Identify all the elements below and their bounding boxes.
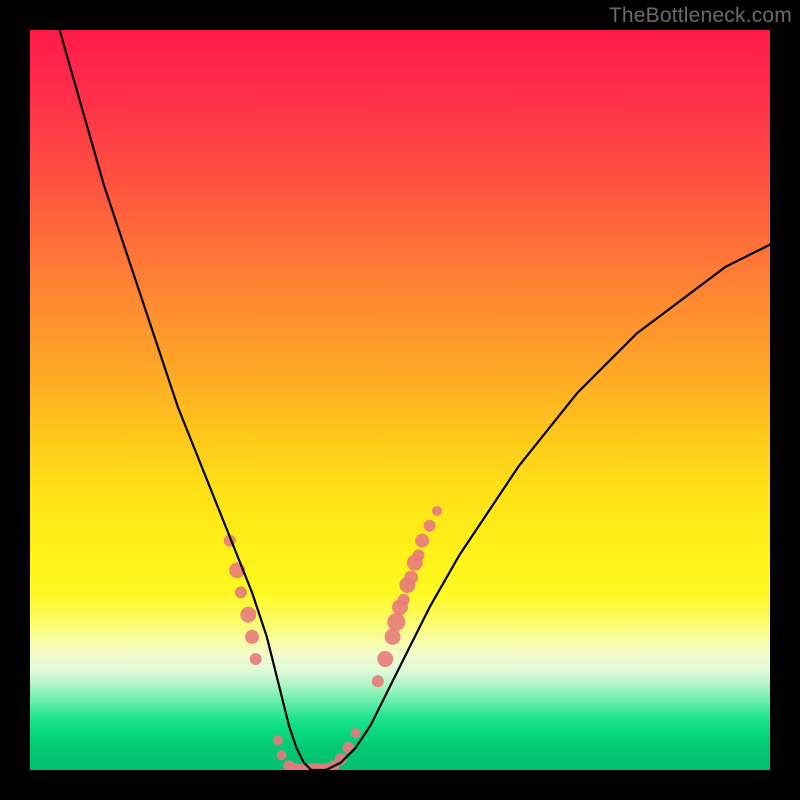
bottleneck-curve-path [60,30,770,770]
watermark-text: TheBottleneck.com [609,4,792,28]
chart-svg [30,30,770,770]
scatter-point [372,675,384,687]
scatter-point [404,571,418,585]
plot-area [30,30,770,770]
scatter-point [240,607,256,623]
scatter-point [250,653,262,665]
scatter-point [387,613,405,631]
scatter-point [273,735,283,745]
scatter-points-group [224,506,442,770]
scatter-point [385,629,401,645]
scatter-point [245,630,259,644]
chart-frame: TheBottleneck.com [0,0,800,800]
scatter-point [413,549,425,561]
scatter-point [424,520,436,532]
scatter-point [432,506,442,516]
scatter-point [351,728,361,738]
scatter-point [277,750,287,760]
scatter-point [377,651,393,667]
scatter-point [415,534,429,548]
scatter-point [235,586,247,598]
scatter-point [398,594,410,606]
